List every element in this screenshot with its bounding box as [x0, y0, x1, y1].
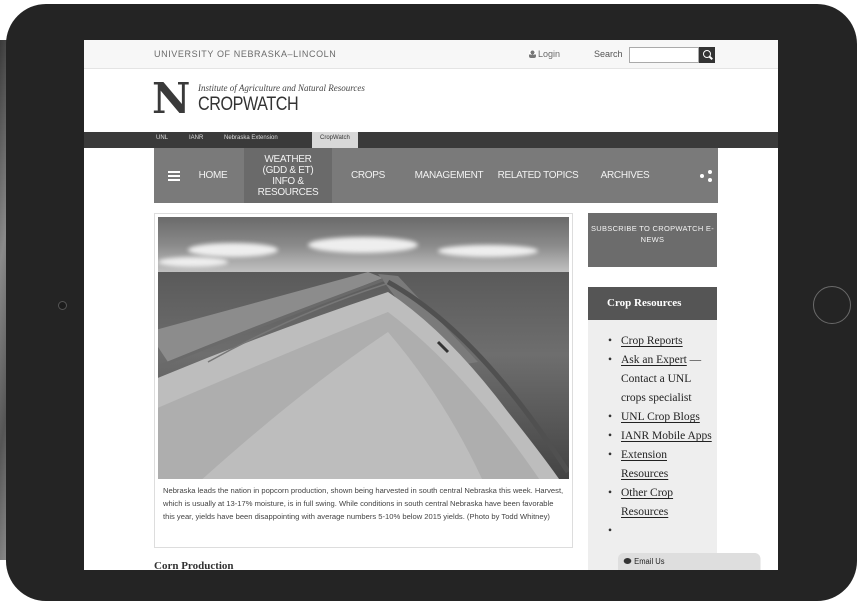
- article-heading[interactable]: Corn Production: [154, 560, 234, 570]
- chat-bubble-icon: [623, 558, 632, 564]
- person-icon: [529, 50, 536, 58]
- main-nav: HOME WEATHER (GDD & ET) INFO & RESOURCES…: [154, 148, 718, 203]
- breadcrumb: UNL IANR Nebraska Extension CropWatch: [84, 132, 778, 148]
- breadcrumb-item[interactable]: Nebraska Extension: [224, 135, 278, 141]
- nav-weather[interactable]: WEATHER (GDD & ET) INFO & RESOURCES: [244, 148, 332, 203]
- list-item: Ask an Expert — Contact a UNL crops spec…: [608, 351, 717, 408]
- breadcrumb-current: CropWatch: [312, 132, 358, 148]
- list-item: IANR Mobile Apps: [608, 427, 717, 446]
- login-link[interactable]: Login: [529, 49, 560, 59]
- unl-crop-blogs-link[interactable]: UNL Crop Blogs: [621, 411, 700, 423]
- camera-icon: [58, 301, 67, 310]
- nav-management[interactable]: MANAGEMENT: [404, 148, 494, 203]
- list-item: UNL Crop Blogs: [608, 408, 717, 427]
- list-item: Extension Resources: [608, 446, 717, 484]
- nebraska-n-logo[interactable]: N: [152, 78, 190, 120]
- institute-name[interactable]: Institute of Agriculture and Natural Res…: [198, 83, 365, 93]
- list-item: Other Crop Resources: [608, 484, 717, 522]
- extension-resources-link[interactable]: Extension Resources: [621, 449, 668, 480]
- search-label: Search: [594, 49, 623, 59]
- top-bar: UNIVERSITY OF NEBRASKA–LINCOLN Login Sea…: [84, 40, 778, 69]
- home-button[interactable]: [813, 286, 851, 324]
- menu-icon[interactable]: [168, 171, 180, 181]
- ianr-mobile-apps-link[interactable]: IANR Mobile Apps: [621, 430, 712, 442]
- share-icon[interactable]: [700, 170, 712, 182]
- feature-figure: Nebraska leads the nation in popcorn pro…: [154, 213, 573, 548]
- search-icon[interactable]: [699, 47, 715, 63]
- crop-resources-panel: Crop Reports Ask an Expert — Contact a U…: [588, 320, 717, 570]
- other-crop-resources-link[interactable]: Other Crop Resources: [621, 487, 673, 518]
- web-page: UNIVERSITY OF NEBRASKA–LINCOLN Login Sea…: [84, 40, 778, 570]
- nav-archives[interactable]: ARCHIVES: [582, 148, 668, 203]
- crop-reports-link[interactable]: Crop Reports: [621, 335, 683, 347]
- list-item: Crop Reports: [608, 332, 717, 351]
- subscribe-button[interactable]: SUBSCRIBE TO CROPWATCH E-NEWS: [588, 213, 717, 267]
- breadcrumb-item[interactable]: IANR: [189, 135, 203, 141]
- nav-crops[interactable]: CROPS: [332, 148, 404, 203]
- login-label: Login: [538, 49, 561, 59]
- email-us-label: Email Us: [634, 557, 665, 566]
- list-item: [608, 522, 717, 541]
- email-us-button[interactable]: Email Us: [618, 553, 761, 570]
- nav-home[interactable]: HOME: [182, 148, 244, 203]
- crop-resources-title: Crop Resources: [588, 287, 717, 320]
- nav-related-topics[interactable]: RELATED TOPICS: [494, 148, 582, 203]
- site-title[interactable]: CROPWATCH: [198, 94, 299, 116]
- ask-an-expert-link[interactable]: Ask an Expert: [621, 354, 687, 366]
- university-link[interactable]: UNIVERSITY OF NEBRASKA–LINCOLN: [154, 49, 336, 59]
- search-input[interactable]: [629, 47, 699, 63]
- photo-caption: Nebraska leads the nation in popcorn pro…: [163, 486, 564, 521]
- breadcrumb-item[interactable]: UNL: [156, 135, 168, 141]
- popcorn-harvest-photo: [158, 217, 569, 479]
- crop-resources-list: Crop Reports Ask an Expert — Contact a U…: [608, 332, 717, 541]
